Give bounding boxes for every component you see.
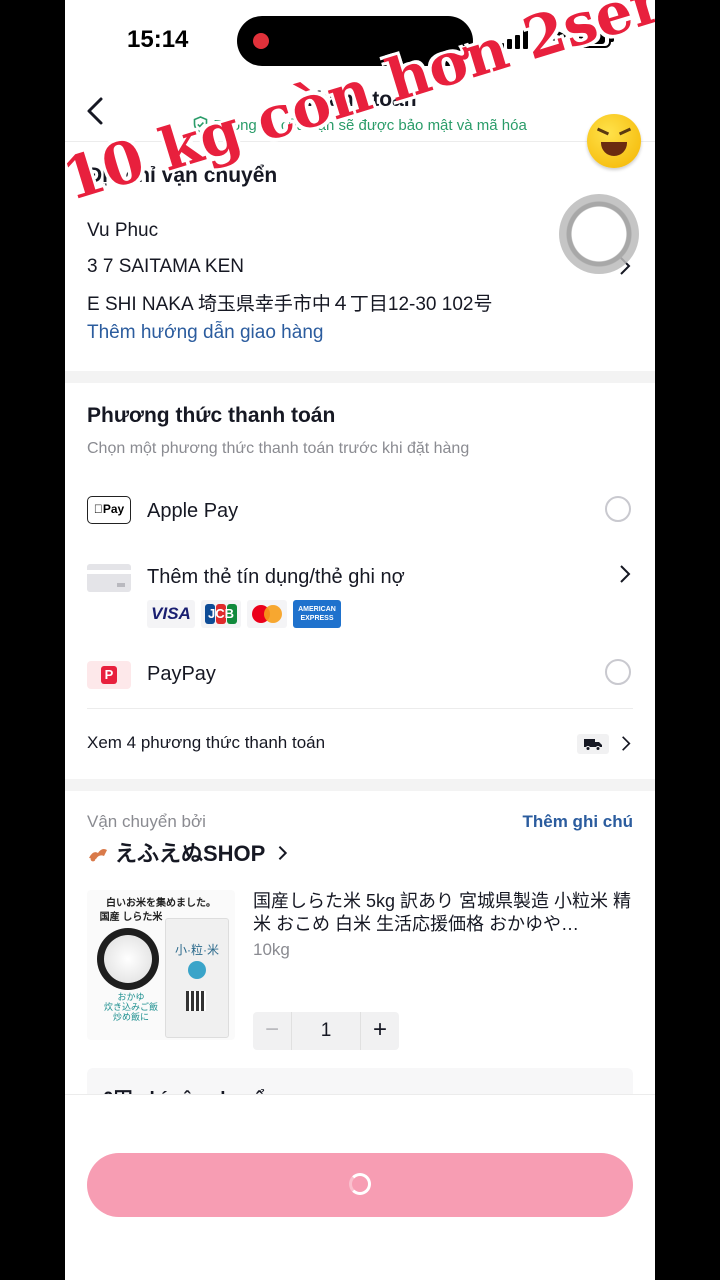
loading-spinner-icon	[349, 1173, 371, 1195]
paypay-icon: P	[87, 661, 131, 689]
mastercard-logo	[247, 600, 287, 628]
increase-quantity-button[interactable]: +	[361, 1012, 399, 1050]
apple-pay-icon: Pay	[87, 496, 131, 524]
see-more-payment-methods[interactable]: Xem 4 phương thức thanh toán	[87, 733, 633, 757]
product-image[interactable]: 白いお米を集めました。 国産 しらた米 小·粒·米 おかゆ 炊き込みご飯 炒め飯に	[87, 890, 235, 1040]
status-time: 15:14	[127, 26, 189, 53]
add-card-label: Thêm thẻ tín dụng/thẻ ghi nợ	[147, 566, 405, 588]
section-separator	[65, 371, 655, 383]
rice-bag-image: 小·粒·米	[165, 918, 229, 1038]
shop-name: えふえぬSHOP	[115, 841, 265, 866]
add-note-link[interactable]: Thêm ghi chú	[523, 812, 634, 832]
card-chevron-right-icon[interactable]	[619, 564, 631, 584]
checkout-screen: 15:14 Thanh toán Thông tin của bạn sẽ đư…	[65, 0, 655, 1280]
add-delivery-instructions-link[interactable]: Thêm hướng dẫn giao hàng	[87, 322, 323, 344]
payment-option-apple-pay[interactable]: Pay Apple Pay	[87, 496, 633, 526]
paypay-radio[interactable]	[605, 659, 631, 685]
credit-card-icon	[87, 564, 131, 592]
payment-divider	[87, 708, 633, 709]
bottom-bar	[65, 1094, 655, 1280]
see-more-chevron-right-icon[interactable]	[621, 735, 631, 752]
product-name: 国産しらた米 5kg 訳あり 宮城県製造 小粒米 精米 おこめ 白米 生活応援価…	[253, 891, 632, 934]
assistive-touch-button[interactable]	[559, 194, 639, 274]
rice-bowl-image	[97, 928, 159, 990]
shop-chevron-right-icon	[278, 845, 288, 861]
visa-logo: VISA	[147, 600, 195, 628]
product-image-uses: おかゆ 炊き込みご飯 炒め飯に	[103, 992, 158, 1022]
apple-pay-label: Apple Pay	[147, 500, 239, 522]
payment-option-paypay[interactable]: P PayPay	[87, 659, 633, 689]
apple-pay-radio[interactable]	[605, 496, 631, 522]
quantity-stepper: − 1 +	[253, 1012, 399, 1050]
laughing-emoji-icon	[587, 114, 641, 168]
amex-logo: AMERICAN EXPRESS	[293, 600, 341, 628]
jcb-logo: JCB	[201, 600, 241, 628]
recipient-name: Vu Phuc	[87, 220, 159, 241]
see-more-label: Xem 4 phương thức thanh toán	[87, 733, 326, 752]
place-order-button[interactable]	[87, 1153, 633, 1217]
product-image-title: 国産 しらた米	[99, 912, 163, 923]
payment-method-subtitle: Chọn một phương thức thanh toán trước kh…	[87, 440, 470, 457]
product-image-caption: 白いお米を集めました。	[106, 898, 216, 909]
shipped-by-label: Vận chuyển bởi	[87, 812, 206, 831]
shop-name-link[interactable]: えふえぬSHOP	[87, 836, 289, 868]
section-separator	[65, 779, 655, 791]
address-line-1: 3 7 SAITAMA KEN	[87, 256, 244, 277]
address-line-2: E SHI NAKA 埼玉県幸手市中４丁目12-30 102号	[87, 294, 493, 315]
recording-indicator-icon	[253, 33, 269, 49]
delivery-truck-icon	[577, 734, 609, 754]
paypay-label: PayPay	[147, 663, 216, 685]
decrease-quantity-button[interactable]: −	[253, 1012, 291, 1050]
jcb-text: JCB	[207, 606, 234, 621]
shop-icon	[89, 849, 107, 862]
product-variant: 10kg	[253, 940, 290, 959]
quantity-value[interactable]: 1	[291, 1012, 361, 1050]
payment-method-title: Phương thức thanh toán	[87, 404, 336, 427]
